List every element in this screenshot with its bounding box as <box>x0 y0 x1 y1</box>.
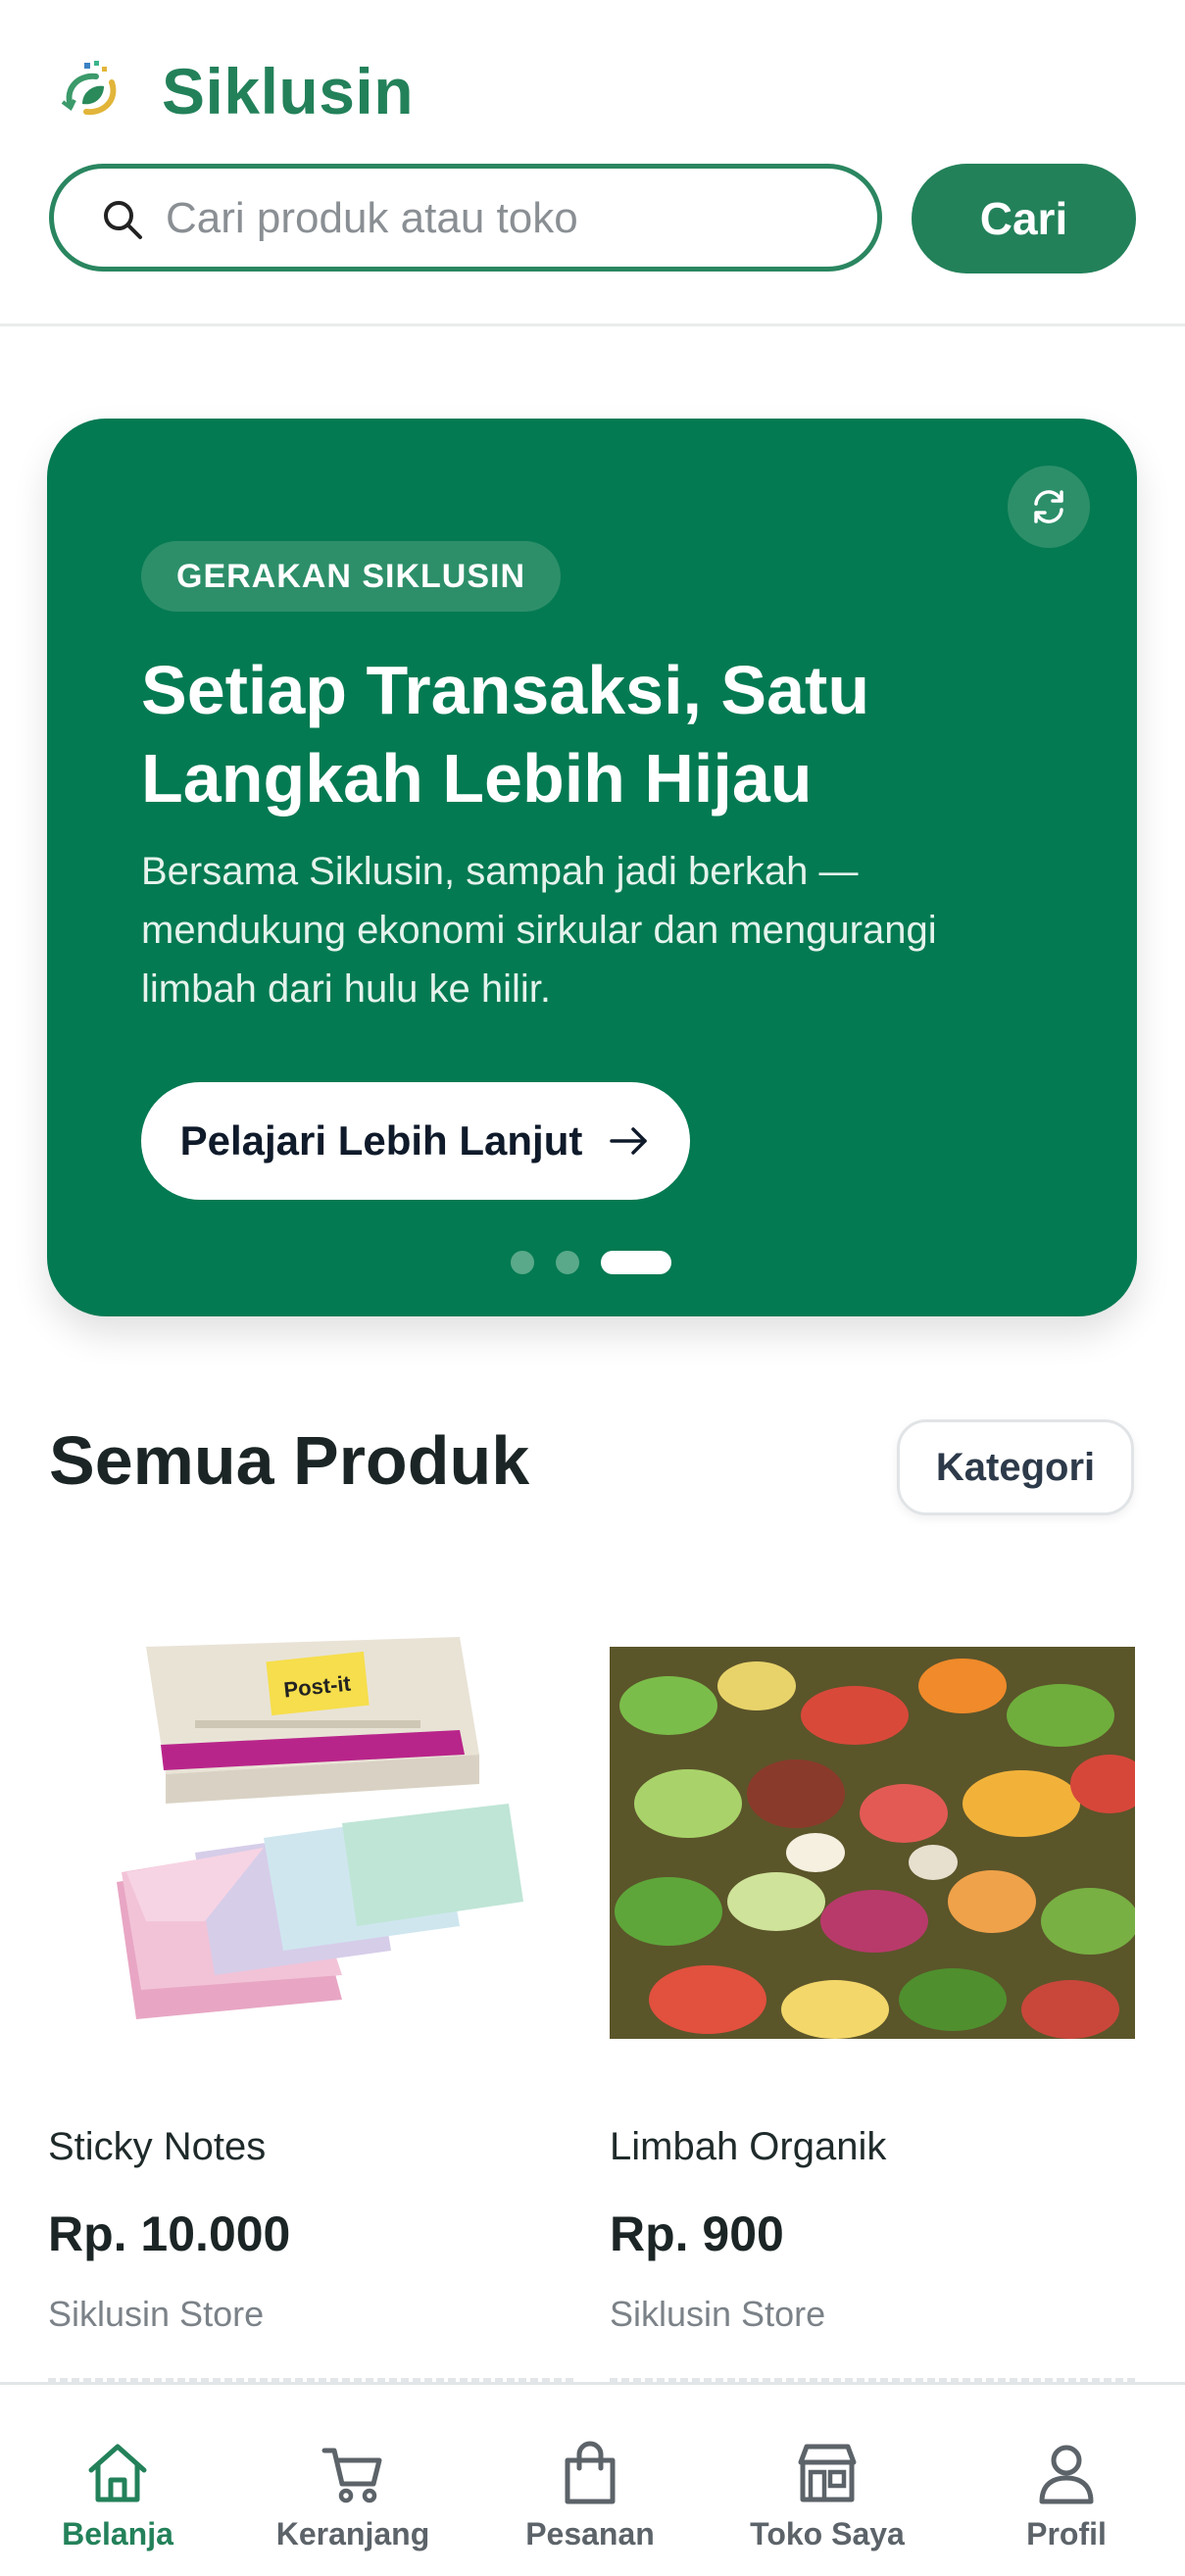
learn-more-label: Pelajari Lebih Lanjut <box>179 1117 583 1164</box>
home-icon <box>82 2438 153 2508</box>
product-name[interactable]: Sticky Notes <box>48 2125 266 2169</box>
product-card[interactable]: Limbah Organik Rp. 900 Siklusin Store <box>610 1627 1135 2382</box>
product-price: Rp. 900 <box>610 2206 784 2261</box>
carousel-indicator <box>511 1249 671 1276</box>
category-button[interactable]: Kategori <box>897 1419 1134 1515</box>
siklusin-logo-icon <box>57 59 125 127</box>
nav-item-toko-saya[interactable]: Toko Saya <box>710 2385 945 2576</box>
refresh-icon <box>1034 490 1063 523</box>
user-icon <box>1031 2438 1102 2508</box>
product-image-limbah-organik[interactable] <box>610 1627 1135 2039</box>
search-icon <box>104 201 142 239</box>
brand-name: Siklusin <box>162 55 415 127</box>
store-icon <box>792 2438 863 2508</box>
carousel-dot-active[interactable] <box>601 1251 671 1274</box>
banner-tag: GERAKAN SIKLUSIN <box>141 541 562 612</box>
learn-more-button[interactable]: Pelajari Lebih Lanjut <box>141 1082 690 1200</box>
section-title: Semua Produk <box>49 1422 530 1499</box>
banner-title: Setiap Transaksi, Satu Langkah Lebih Hij… <box>141 652 870 817</box>
nav-item-profil[interactable]: Profil <box>949 2385 1184 2576</box>
nav-label: Pesanan <box>525 2516 655 2551</box>
search-button[interactable]: Cari <box>912 164 1136 273</box>
nav-label: Belanja <box>62 2516 173 2551</box>
nav-label: Keranjang <box>275 2516 430 2551</box>
carousel-dot[interactable] <box>556 1251 579 1274</box>
banner-description: Bersama Siklusin, sampah jadi berkah — m… <box>141 850 937 1011</box>
nav-item-belanja[interactable]: Belanja <box>0 2385 235 2576</box>
arrow-right-icon <box>610 1127 648 1155</box>
product-name[interactable]: Limbah Organik <box>610 2125 886 2169</box>
refresh-button[interactable] <box>1008 466 1090 548</box>
nav-label: Profil <box>1026 2516 1107 2551</box>
product-image-sticky-notes[interactable]: Post-it <box>48 1627 573 2039</box>
cart-icon <box>318 2438 388 2508</box>
promo-banner[interactable]: GERAKAN SIKLUSIN Setiap Transaksi, Satu … <box>47 419 1137 1316</box>
search-field[interactable] <box>49 164 882 272</box>
nav-label: Toko Saya <box>750 2516 905 2551</box>
product-card[interactable]: Post-it Sticky Notes Rp. 10.000 Siklusin… <box>48 1627 573 2382</box>
product-store[interactable]: Siklusin Store <box>610 2294 825 2335</box>
app-header: Siklusin Cari <box>0 0 1185 326</box>
nav-item-keranjang[interactable]: Keranjang <box>235 2385 470 2576</box>
nav-item-pesanan[interactable]: Pesanan <box>472 2385 708 2576</box>
carousel-dot[interactable] <box>511 1251 534 1274</box>
product-store[interactable]: Siklusin Store <box>48 2294 264 2335</box>
shopping-bag-icon <box>555 2438 625 2508</box>
bottom-navigation: Belanja Keranjang Pesanan Toko Saya Prof… <box>0 2382 1185 2576</box>
search-input[interactable] <box>164 186 854 251</box>
product-price: Rp. 10.000 <box>48 2206 291 2261</box>
